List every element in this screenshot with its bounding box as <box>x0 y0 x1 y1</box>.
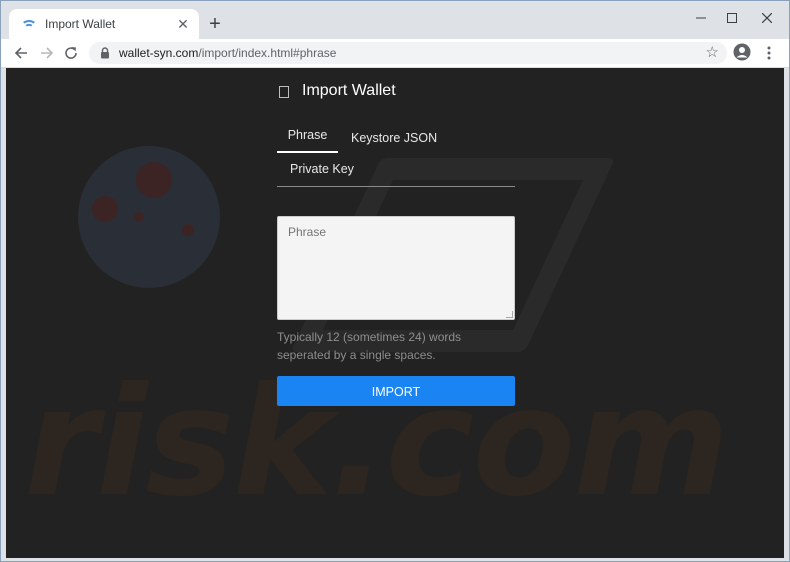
back-icon[interactable] <box>279 86 289 98</box>
import-button[interactable]: IMPORT <box>277 376 515 406</box>
star-icon[interactable]: ☆ <box>706 45 719 61</box>
forward-arrow-icon[interactable] <box>37 43 57 63</box>
tab-private-key[interactable]: Private Key <box>290 154 354 184</box>
lock-icon <box>99 47 111 59</box>
wallet-favicon-icon <box>21 16 37 32</box>
browser-toolbar: wallet-syn.com/import/index.html#phrase … <box>1 39 789 68</box>
url-domain: wallet-syn.com <box>119 46 199 60</box>
tab-strip: Import Wallet ✕ + <box>1 1 789 39</box>
resize-grip-icon[interactable] <box>506 311 513 318</box>
phrase-input[interactable] <box>277 216 515 320</box>
browser-window: Import Wallet ✕ + wallet-syn.com/import/… <box>0 0 790 562</box>
page-content: risk.com Import Wallet Phrase Keystore J… <box>6 68 784 558</box>
url-text: wallet-syn.com/import/index.html#phrase <box>119 46 336 60</box>
back-arrow-icon[interactable] <box>11 43 31 63</box>
account-icon[interactable] <box>733 43 751 61</box>
browser-tab[interactable]: Import Wallet ✕ <box>9 9 199 39</box>
tab-title: Import Wallet <box>45 17 116 31</box>
maximize-icon[interactable] <box>715 6 749 30</box>
phrase-hint: Typically 12 (sometimes 24) words sepera… <box>277 330 462 362</box>
tab-phrase[interactable]: Phrase <box>277 122 338 153</box>
minimize-icon[interactable] <box>684 6 718 30</box>
menu-icon[interactable] <box>759 43 779 63</box>
close-window-icon[interactable] <box>750 6 784 30</box>
tab-keystore-json[interactable]: Keystore JSON <box>351 122 437 154</box>
import-tabs: Phrase Keystore JSON Private Key <box>277 122 515 187</box>
reload-icon[interactable] <box>61 43 81 63</box>
address-bar[interactable]: wallet-syn.com/import/index.html#phrase … <box>89 42 727 64</box>
close-icon[interactable]: ✕ <box>175 16 191 32</box>
url-path: /import/index.html#phrase <box>198 46 337 60</box>
page-title: Import Wallet <box>302 82 396 99</box>
plus-icon[interactable]: + <box>205 14 225 34</box>
watermark-logo <box>78 146 220 288</box>
